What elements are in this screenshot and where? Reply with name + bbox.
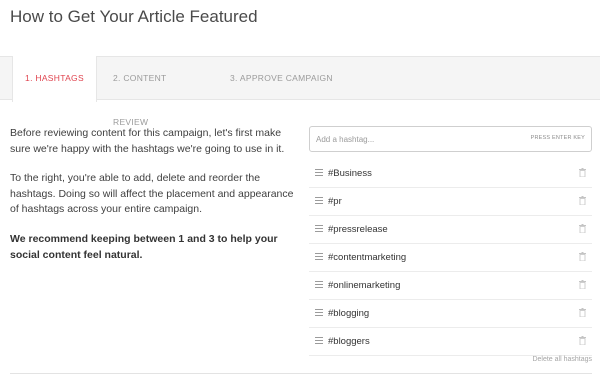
intro-paragraph-1: Before reviewing content for this campai… [10, 127, 285, 155]
hashtag-row: #bloggers [309, 328, 592, 356]
drag-handle-icon[interactable] [315, 281, 323, 288]
tab-hashtags[interactable]: 1. HASHTAGS [12, 56, 97, 102]
hashtag-label: #contentmarketing [328, 252, 407, 263]
hashtag-row: #onlinemarketing [309, 272, 592, 300]
tab-approve-campaign[interactable]: 3. APPROVE CAMPAIGN [230, 56, 340, 101]
trash-icon[interactable] [579, 280, 586, 289]
intro-paragraph-2: To the right, you're able to add, delete… [10, 172, 294, 215]
drag-handle-icon[interactable] [315, 337, 323, 344]
hashtag-label: #onlinemarketing [328, 280, 401, 291]
hashtag-row: #blogging [309, 300, 592, 328]
drag-handle-icon[interactable] [315, 253, 323, 260]
hashtag-row: #pr [309, 188, 592, 216]
hashtag-row: #contentmarketing [309, 244, 592, 272]
hashtag-label: #pr [328, 196, 342, 207]
trash-icon[interactable] [579, 336, 586, 345]
hashtag-list: #Business #pr #pressrelease #contentmark… [309, 160, 592, 356]
drag-handle-icon[interactable] [315, 197, 323, 204]
tab-content-review[interactable]: 2. CONTENT REVIEW [113, 56, 201, 127]
divider [10, 373, 592, 374]
hashtag-label: #blogging [328, 308, 370, 319]
press-enter-hint: PRESS ENTER KEY [530, 135, 585, 141]
wizard-tabs: 1. HASHTAGS 2. CONTENT REVIEW 3. APPROVE… [0, 56, 600, 127]
trash-icon[interactable] [579, 252, 586, 261]
hashtag-label: #Business [328, 168, 372, 179]
hashtag-input-box: PRESS ENTER KEY [309, 126, 592, 152]
drag-handle-icon[interactable] [315, 309, 323, 316]
hashtag-label: #pressrelease [328, 224, 388, 235]
trash-icon[interactable] [579, 224, 586, 233]
intro-recommendation: We recommend keeping between 1 and 3 to … [10, 233, 278, 261]
hashtag-label: #bloggers [328, 336, 370, 347]
drag-handle-icon[interactable] [315, 169, 323, 176]
hashtag-row: #pressrelease [309, 216, 592, 244]
trash-icon[interactable] [579, 308, 586, 317]
delete-all-hashtags-link[interactable]: Delete all hashtags [532, 356, 592, 363]
trash-icon[interactable] [579, 196, 586, 205]
drag-handle-icon[interactable] [315, 225, 323, 232]
trash-icon[interactable] [579, 168, 586, 177]
hashtag-input[interactable] [316, 131, 526, 147]
page-title: How to Get Your Article Featured [10, 7, 258, 26]
hashtag-row: #Business [309, 160, 592, 188]
